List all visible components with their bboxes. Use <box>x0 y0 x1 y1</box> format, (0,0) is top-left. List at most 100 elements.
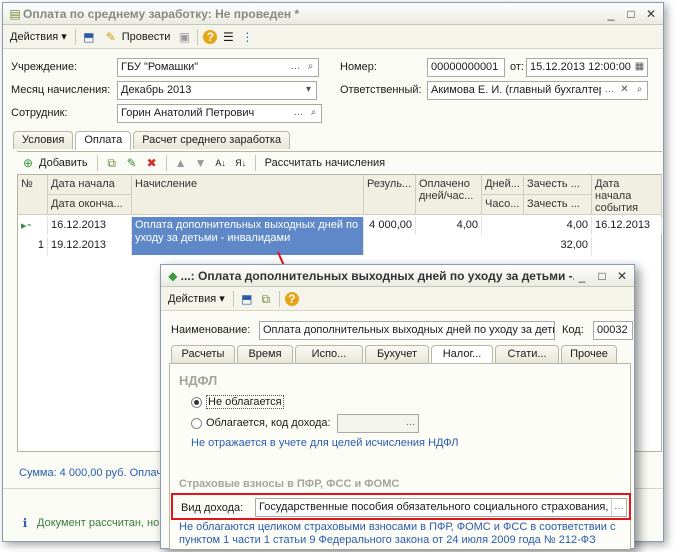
cell-number[interactable]: 1 <box>18 237 48 255</box>
tab-statistics[interactable]: Стати... <box>495 345 559 363</box>
header-accrual[interactable]: Начисление <box>132 175 364 215</box>
header-event-date[interactable]: Дата начала события <box>592 175 662 215</box>
structure-icon[interactable]: ⋮ <box>239 29 255 45</box>
magnifier-icon[interactable]: ⌕ <box>306 105 321 122</box>
tab-payment[interactable]: Оплата <box>75 131 132 150</box>
calendar-icon[interactable]: ▦ <box>632 59 647 76</box>
close-icon[interactable]: ✕ <box>614 268 630 284</box>
help-icon[interactable]: ? <box>203 29 218 44</box>
header-days[interactable]: Дней... <box>482 175 524 195</box>
sub-toolbar: Действия ▾ ⬒ ⧉ ? <box>161 287 634 311</box>
calculate-accruals-button[interactable]: Рассчитать начисления <box>262 156 389 170</box>
minimize-icon[interactable]: _ <box>574 268 590 284</box>
tab-calculations[interactable]: Расчеты <box>171 345 235 363</box>
magnifier-icon[interactable]: ⌕ <box>303 59 318 76</box>
select-dots-icon[interactable]: … <box>403 415 418 432</box>
tab-accounting[interactable]: Бухучет <box>365 345 429 363</box>
employee-field[interactable]: Горин Анатолий Петрович … ⌕ <box>117 104 322 123</box>
institution-field[interactable]: ГБУ "Ромашки" … ⌕ <box>117 58 319 77</box>
save-icon[interactable]: ⬒ <box>239 291 255 307</box>
select-dots-icon[interactable]: … <box>291 105 306 122</box>
code-field[interactable]: 00032 <box>593 321 633 340</box>
sub-titlebar[interactable]: ◆ ...: Оплата дополнительных выходных дн… <box>161 265 634 287</box>
status-text: Документ рассчитан, но <box>37 517 160 529</box>
tab-other[interactable]: Прочее <box>561 345 617 363</box>
date-field[interactable]: 15.12.2013 12:00:00 ▦ <box>526 58 648 77</box>
copy-icon[interactable]: ⧉ <box>258 291 274 307</box>
cell-paid-days[interactable]: 4,00 <box>416 217 482 235</box>
header-number[interactable]: № <box>18 175 48 215</box>
move-up-icon[interactable]: ▲ <box>173 155 189 171</box>
sub-window-title: ...: Оплата дополнительных выходных дней… <box>180 268 574 283</box>
clear-icon[interactable]: ✕ <box>617 82 632 99</box>
header-start-date[interactable]: Дата начала <box>48 175 132 195</box>
accrual-type-window: ◆ ...: Оплата дополнительных выходных дн… <box>160 264 635 549</box>
cell-result[interactable]: 4 000,00 <box>364 217 416 235</box>
copy-icon[interactable]: ⧉ <box>104 155 120 171</box>
cell-credit[interactable]: 4,00 <box>524 217 592 235</box>
responsible-field[interactable]: Акимова Е. И. (главный бухгалтер … ✕ ⌕ <box>427 81 648 100</box>
maximize-icon[interactable]: □ <box>594 268 610 284</box>
radio-taxed[interactable]: Облагается, код дохода: <box>191 417 331 429</box>
move-down-icon[interactable]: ▼ <box>193 155 209 171</box>
header-end-date[interactable]: Дата оконча... <box>48 195 132 215</box>
tab-time[interactable]: Время <box>237 345 293 363</box>
close-icon[interactable]: ✕ <box>643 6 659 22</box>
header-paid-days[interactable]: Оплачено дней/час... <box>416 175 482 215</box>
tab-conditions[interactable]: Условия <box>13 131 74 149</box>
post-button[interactable]: ✎ Провести <box>100 28 174 46</box>
cell-event-date[interactable]: 16.12.2013 <box>592 217 662 235</box>
cell-credit[interactable]: 32,00 <box>524 237 592 255</box>
income-code-field[interactable]: … <box>337 414 419 433</box>
actions-menu-button[interactable]: Действия ▾ <box>7 29 70 44</box>
toolbar-separator <box>254 154 256 171</box>
sort-asc-icon[interactable]: A↓ <box>213 155 229 171</box>
header-credit[interactable]: Зачесть ... <box>524 175 592 195</box>
header-credit-2[interactable]: Зачесть ... <box>524 195 592 215</box>
save-icon[interactable]: ⬒ <box>81 29 97 45</box>
ndfl-note: Не отражается в учете для целей исчислен… <box>191 437 459 449</box>
actions-menu-button[interactable]: Действия ▾ <box>165 291 228 306</box>
income-type-field[interactable]: Государственные пособия обязательного со… <box>255 498 627 517</box>
dropdown-arrow-icon[interactable]: ▾ <box>301 82 316 99</box>
magnifier-icon[interactable]: ⌕ <box>632 82 647 99</box>
tab-usage[interactable]: Испо... <box>295 345 363 363</box>
tab-taxes[interactable]: Налог... <box>431 345 493 364</box>
month-field[interactable]: Декабрь 2013 ▾ <box>117 81 317 100</box>
sort-desc-icon[interactable]: Я↓ <box>233 155 249 171</box>
insurance-title: Страховые взносы в ПФР, ФСС и ФОМС <box>179 478 400 490</box>
responsible-value: Акимова Е. И. (главный бухгалтер <box>431 84 601 96</box>
radio-selected-icon <box>191 396 202 408</box>
main-titlebar[interactable]: ▤ Оплата по среднему заработку: Не прове… <box>3 3 663 25</box>
number-label: Номер: <box>340 61 377 73</box>
select-dots-icon[interactable]: … <box>288 59 303 76</box>
main-tabs: Условия Оплата Расчет среднего заработка <box>13 131 291 150</box>
actions-label: Действия <box>10 30 59 43</box>
select-dots-icon[interactable]: … <box>611 499 626 516</box>
list-icon[interactable]: ☰ <box>220 29 236 45</box>
actions-label: Действия <box>168 292 217 305</box>
print-icon[interactable]: ▣ <box>176 29 192 45</box>
add-button[interactable]: ⊕ Добавить <box>17 154 91 172</box>
window-title: Оплата по среднему заработку: Не проведе… <box>23 6 300 21</box>
income-type-label: Вид дохода: <box>181 502 244 514</box>
document-icon: ▤ <box>9 6 21 21</box>
header-result[interactable]: Резуль... <box>364 175 416 215</box>
name-field[interactable]: Оплата дополнительных выходных дней по у… <box>259 321 555 340</box>
help-icon[interactable]: ? <box>284 291 299 306</box>
cell-start-date[interactable]: 16.12.2013 <box>48 217 132 235</box>
edit-icon[interactable]: ✎ <box>124 155 140 171</box>
delete-icon[interactable]: ✖ <box>144 155 160 171</box>
info-icon: ℹ <box>22 516 28 530</box>
radio-not-taxed[interactable]: Не облагается <box>191 395 284 409</box>
cell-start-date[interactable]: 19.12.2013 <box>48 237 132 255</box>
cell-accrual[interactable]: Оплата дополнительных выходных дней по у… <box>132 217 364 255</box>
number-field[interactable]: 00000000001 <box>427 58 505 77</box>
maximize-icon[interactable]: □ <box>623 6 639 22</box>
date-value: 15.12.2013 12:00:00 <box>530 61 631 73</box>
tab-average-earnings[interactable]: Расчет среднего заработка <box>133 131 291 149</box>
minimize-icon[interactable]: _ <box>603 6 619 22</box>
header-hours[interactable]: Часо... <box>482 195 524 215</box>
post-label: Провести <box>121 30 171 43</box>
select-dots-icon[interactable]: … <box>602 82 617 99</box>
